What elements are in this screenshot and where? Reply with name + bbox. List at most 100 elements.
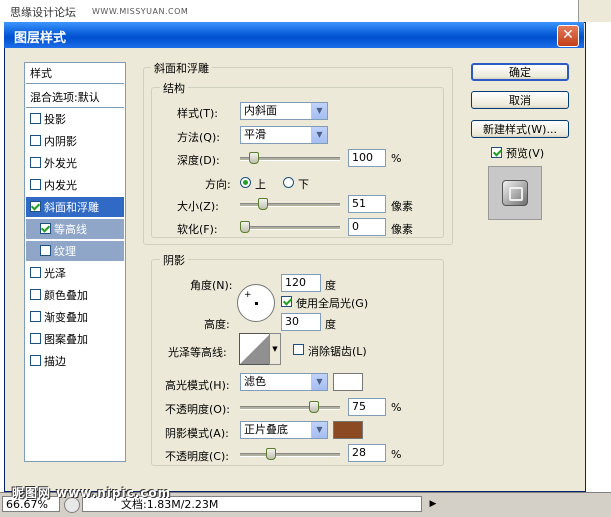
style-list-item-label: 描边 bbox=[44, 355, 66, 368]
soften-label: 软化(F): bbox=[177, 223, 218, 236]
style-checkbox[interactable] bbox=[40, 245, 51, 256]
shadow-opacity-unit: % bbox=[391, 448, 402, 461]
bevel-style-value: 内斜面 bbox=[244, 104, 277, 117]
technique-select[interactable]: 平滑 ▼ bbox=[240, 126, 328, 144]
style-list-header[interactable]: 样式 bbox=[26, 63, 124, 84]
style-list-item-label: 内发光 bbox=[44, 179, 77, 192]
direction-up-radio[interactable] bbox=[240, 177, 251, 188]
style-list-item[interactable]: 斜面和浮雕 bbox=[26, 197, 124, 218]
style-preview-swatch bbox=[488, 166, 542, 220]
chevron-down-icon: ▼ bbox=[311, 422, 327, 438]
style-checkbox[interactable] bbox=[30, 311, 41, 322]
angle-input[interactable]: 120 bbox=[281, 274, 321, 292]
scrollbar-edge[interactable] bbox=[578, 0, 611, 22]
technique-label: 方法(Q): bbox=[177, 131, 220, 144]
style-checkbox[interactable] bbox=[30, 289, 41, 300]
antialias-checkbox[interactable] bbox=[293, 344, 304, 355]
antialias-label: 消除锯齿(L) bbox=[308, 345, 367, 358]
style-list-item[interactable]: 颜色叠加 bbox=[26, 285, 124, 306]
style-list-item[interactable]: 等高线 bbox=[26, 219, 124, 240]
soften-unit: 像素 bbox=[391, 223, 413, 236]
shadow-mode-value: 正片叠底 bbox=[244, 423, 288, 436]
highlight-mode-select[interactable]: 滤色 ▼ bbox=[240, 373, 328, 391]
ok-button[interactable]: 确定 bbox=[471, 63, 569, 81]
shadow-opacity-input[interactable]: 28 bbox=[348, 444, 386, 462]
style-checkbox[interactable] bbox=[30, 113, 41, 124]
soften-slider-track[interactable] bbox=[240, 226, 340, 230]
angle-unit: 度 bbox=[325, 279, 336, 292]
global-light-checkbox[interactable] bbox=[281, 296, 292, 307]
style-list-item[interactable]: 描边 bbox=[26, 351, 124, 372]
style-checkbox[interactable] bbox=[30, 267, 41, 278]
direction-down-label: 下 bbox=[298, 178, 309, 191]
style-list-item[interactable]: 图案叠加 bbox=[26, 329, 124, 350]
style-checkbox[interactable] bbox=[30, 355, 41, 366]
depth-input[interactable]: 100 bbox=[348, 149, 386, 167]
highlight-opacity-label: 不透明度(O): bbox=[165, 403, 230, 416]
dialog-titlebar[interactable] bbox=[4, 22, 584, 48]
preview-bevel-icon bbox=[502, 180, 528, 206]
gloss-contour-picker[interactable] bbox=[239, 333, 271, 365]
style-list-item[interactable]: 纹理 bbox=[26, 241, 124, 262]
size-input[interactable]: 51 bbox=[348, 195, 386, 213]
direction-up-label: 上 bbox=[255, 178, 266, 191]
direction-down-radio[interactable] bbox=[283, 177, 294, 188]
style-list-item[interactable]: 内发光 bbox=[26, 175, 124, 196]
style-list-item-label: 等高线 bbox=[54, 223, 87, 236]
soften-input[interactable]: 0 bbox=[348, 218, 386, 236]
style-list-item-label: 纹理 bbox=[54, 245, 76, 258]
style-checkbox[interactable] bbox=[30, 333, 41, 344]
style-label: 样式(T): bbox=[177, 107, 219, 120]
blending-options[interactable]: 混合选项:默认 bbox=[26, 87, 124, 108]
style-checkbox[interactable] bbox=[30, 179, 41, 190]
depth-label: 深度(D): bbox=[177, 154, 220, 167]
chevron-down-icon: ▼ bbox=[311, 103, 327, 119]
bevel-style-select[interactable]: 内斜面 ▼ bbox=[240, 102, 328, 120]
crosshair-icon: + bbox=[244, 290, 252, 300]
style-list-item[interactable]: 光泽 bbox=[26, 263, 124, 284]
cancel-button[interactable]: 取消 bbox=[471, 91, 569, 109]
shadow-opacity-thumb[interactable] bbox=[265, 448, 276, 460]
style-list-item[interactable]: 渐变叠加 bbox=[26, 307, 124, 328]
highlight-opacity-unit: % bbox=[391, 401, 402, 414]
altitude-input[interactable]: 30 bbox=[281, 313, 321, 331]
highlight-opacity-track[interactable] bbox=[240, 406, 340, 410]
highlight-opacity-thumb[interactable] bbox=[309, 401, 319, 413]
style-checkbox[interactable] bbox=[30, 157, 41, 168]
highlight-opacity-input[interactable]: 75 bbox=[348, 398, 386, 416]
soften-slider-thumb[interactable] bbox=[240, 221, 250, 233]
shadow-color-swatch[interactable] bbox=[333, 421, 363, 439]
close-icon[interactable]: ✕ bbox=[557, 25, 579, 47]
shadow-mode-select[interactable]: 正片叠底 ▼ bbox=[240, 421, 328, 439]
shadow-opacity-track[interactable] bbox=[240, 453, 340, 457]
depth-slider-thumb[interactable] bbox=[249, 152, 260, 164]
highlight-color-swatch[interactable] bbox=[333, 373, 363, 391]
angle-dial[interactable]: + bbox=[237, 284, 275, 322]
contour-dropdown-icon[interactable]: ▼ bbox=[269, 333, 281, 365]
status-arrow-icon[interactable]: ▶ bbox=[426, 497, 440, 511]
shadow-opacity-label: 不透明度(C): bbox=[165, 450, 229, 463]
style-checkbox[interactable] bbox=[30, 135, 41, 146]
angle-label: 角度(N): bbox=[190, 279, 233, 292]
style-list-item[interactable]: 外发光 bbox=[26, 153, 124, 174]
bevel-emboss-title: 斜面和浮雕 bbox=[151, 60, 212, 76]
altitude-label: 高度: bbox=[204, 318, 230, 331]
style-list: 样式 混合选项:默认 投影内阴影外发光内发光斜面和浮雕等高线纹理光泽颜色叠加渐变… bbox=[24, 62, 126, 462]
style-list-item[interactable]: 投影 bbox=[26, 109, 124, 130]
new-style-button[interactable]: 新建样式(W)... bbox=[471, 120, 569, 138]
shading-title: 阴影 bbox=[160, 252, 188, 268]
style-list-item-label: 光泽 bbox=[44, 267, 66, 280]
dialog-title: 图层样式 bbox=[14, 31, 67, 46]
highlight-mode-label: 高光模式(H): bbox=[165, 379, 230, 392]
style-list-item-label: 投影 bbox=[44, 113, 66, 126]
style-checkbox[interactable] bbox=[30, 201, 41, 212]
style-list-item-label: 渐变叠加 bbox=[44, 311, 88, 324]
preview-checkbox[interactable] bbox=[491, 147, 502, 158]
size-slider-track[interactable] bbox=[240, 203, 340, 207]
watermark-text: 思缘设计论坛 bbox=[10, 6, 76, 19]
style-list-item[interactable]: 内阴影 bbox=[26, 131, 124, 152]
style-list-item-label: 内阴影 bbox=[44, 135, 77, 148]
size-slider-thumb[interactable] bbox=[258, 198, 269, 210]
direction-label: 方向: bbox=[205, 178, 231, 191]
style-checkbox[interactable] bbox=[40, 223, 51, 234]
